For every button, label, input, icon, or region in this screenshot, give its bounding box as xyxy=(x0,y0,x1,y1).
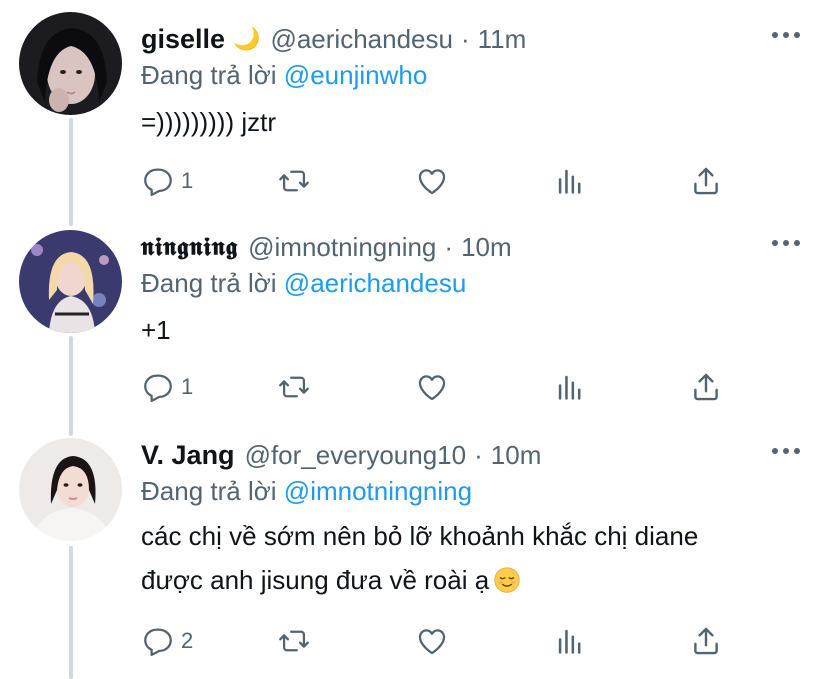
tweet-header: V. Jang @for_everyoung10 · 10m xyxy=(141,438,541,472)
retweet-button[interactable] xyxy=(277,621,311,661)
tweet-actions: 2 xyxy=(141,621,741,661)
share-icon xyxy=(694,167,718,195)
replying-to: Đang trả lời @imnotningning xyxy=(141,476,472,507)
tweet-actions: 1 xyxy=(141,161,741,201)
display-name[interactable]: 𝖓𝖎𝖓𝖌𝖓𝖎𝖓𝖌 xyxy=(141,232,238,262)
like-icon xyxy=(418,375,446,401)
like-button[interactable] xyxy=(415,161,449,201)
user-handle[interactable]: @aerichandesu xyxy=(270,24,453,55)
analytics-button[interactable] xyxy=(553,161,587,201)
analytics-button[interactable] xyxy=(553,621,587,661)
analytics-icon xyxy=(558,629,581,654)
tweet-text: =))))))))) jztr xyxy=(141,100,276,144)
replying-to-label: Đang trả lời xyxy=(141,60,277,90)
replying-to-label: Đang trả lời xyxy=(141,268,277,298)
more-icon[interactable] xyxy=(772,448,800,454)
share-button[interactable] xyxy=(689,621,723,661)
share-button[interactable] xyxy=(689,161,723,201)
retweet-icon xyxy=(279,376,309,398)
timestamp[interactable]: 10m xyxy=(461,232,512,263)
retweet-button[interactable] xyxy=(277,161,311,201)
user-handle[interactable]: @imnotningning xyxy=(248,232,436,263)
timestamp[interactable]: 10m xyxy=(491,440,542,471)
relieved-face-emoji xyxy=(494,567,520,593)
share-icon xyxy=(694,373,718,401)
reply-button[interactable]: 2 xyxy=(141,621,193,661)
reply-count: 1 xyxy=(181,168,194,193)
separator-dot: · xyxy=(460,23,470,54)
replying-to-label: Đang trả lời xyxy=(141,476,277,506)
analytics-icon xyxy=(558,169,581,194)
mention-link[interactable]: @aerichandesu xyxy=(284,268,467,298)
like-icon xyxy=(418,169,446,195)
user-handle[interactable]: @for_everyoung10 xyxy=(245,440,467,471)
tweet-header: giselle 🌙 @aerichandesu · 11m xyxy=(141,22,526,56)
reply-count: 1 xyxy=(181,374,194,399)
replying-to: Đang trả lời @eunjinwho xyxy=(141,60,427,91)
like-icon xyxy=(418,629,446,655)
thread-line xyxy=(69,336,73,436)
reply-icon xyxy=(144,374,172,403)
analytics-button[interactable] xyxy=(553,367,587,407)
retweet-button[interactable] xyxy=(277,367,311,407)
moon-emoji: 🌙 xyxy=(233,26,261,51)
tweet-actions: 1 xyxy=(141,367,741,407)
mention-link[interactable]: @imnotningning xyxy=(284,476,472,506)
separator-dot: · xyxy=(444,231,454,262)
display-name[interactable]: giselle xyxy=(141,24,225,55)
tweet-text-line: =))))))))) jztr xyxy=(141,107,276,137)
analytics-icon xyxy=(558,375,581,400)
reply-count: 2 xyxy=(181,628,194,653)
reply-icon xyxy=(144,628,172,657)
mention-link[interactable]: @eunjinwho xyxy=(284,60,427,90)
thread-line xyxy=(69,118,73,226)
tweet-header: 𝖓𝖎𝖓𝖌𝖓𝖎𝖓𝖌 @imnotningning · 10m xyxy=(141,230,512,264)
avatar[interactable] xyxy=(19,230,122,333)
tweet-text: +1 xyxy=(141,308,171,352)
thread-line xyxy=(69,546,73,679)
tweet-text-line: được anh jisung đưa về roài ạ xyxy=(141,558,698,602)
like-button[interactable] xyxy=(415,621,449,661)
tweet-text-line-content: được anh jisung đưa về roài ạ xyxy=(141,565,490,595)
like-button[interactable] xyxy=(415,367,449,407)
display-name[interactable]: V. Jang xyxy=(141,440,235,471)
tweet-text: các chị về sớm nên bỏ lỡ khoảnh khắc chị… xyxy=(141,514,698,602)
reply-button[interactable]: 1 xyxy=(141,161,193,201)
tweet-text-line: +1 xyxy=(141,315,171,345)
avatar[interactable] xyxy=(19,438,122,541)
reply-icon xyxy=(144,168,172,197)
replying-to: Đang trả lời @aerichandesu xyxy=(141,268,466,299)
retweet-icon xyxy=(279,170,309,192)
timestamp[interactable]: 11m xyxy=(478,24,527,55)
share-icon xyxy=(694,627,718,655)
more-icon[interactable] xyxy=(772,240,800,246)
retweet-icon xyxy=(279,630,309,652)
tweet-text-line: các chị về sớm nên bỏ lỡ khoảnh khắc chị… xyxy=(141,521,699,551)
reply-button[interactable]: 1 xyxy=(141,367,193,407)
more-icon[interactable] xyxy=(772,32,800,38)
avatar[interactable] xyxy=(19,12,122,115)
share-button[interactable] xyxy=(689,367,723,407)
separator-dot: · xyxy=(474,439,483,470)
